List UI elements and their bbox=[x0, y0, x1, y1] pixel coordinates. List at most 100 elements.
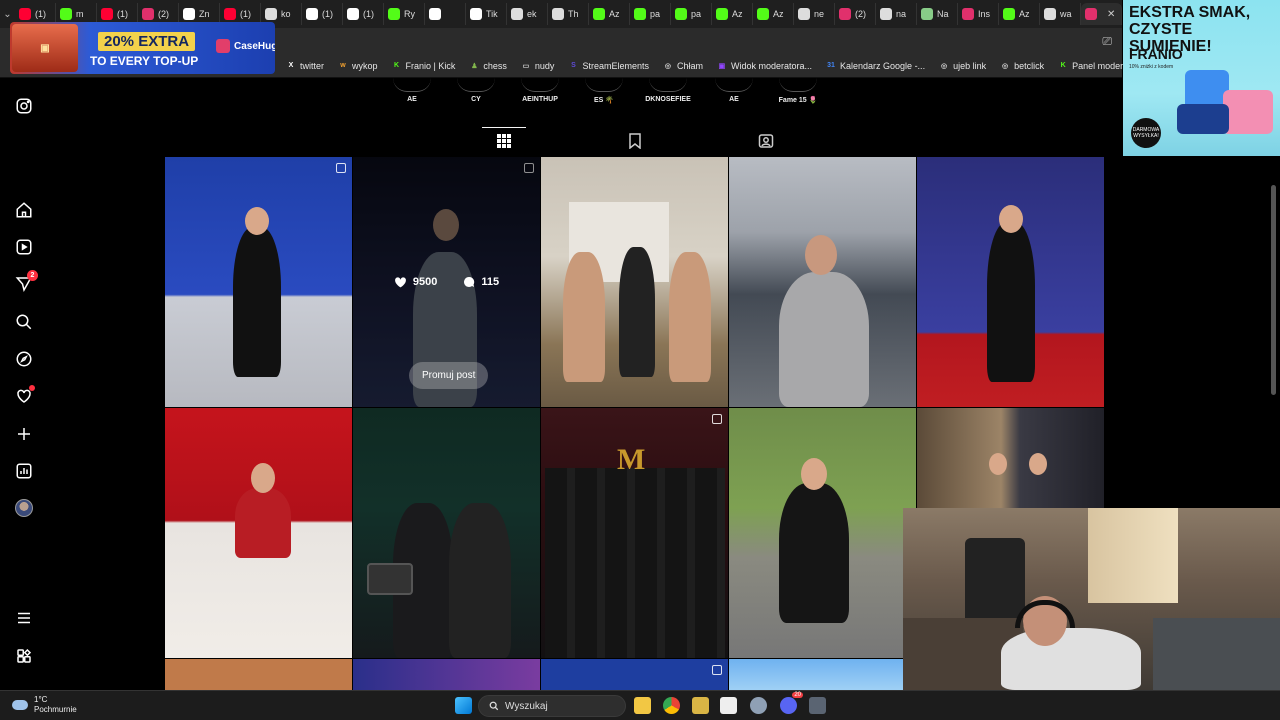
franio-ad-banner[interactable]: EKSTRA SMAK, CZYSTE SUMIENIE! FRANIO 10%… bbox=[1123, 0, 1280, 156]
post-thumbnail[interactable] bbox=[729, 157, 916, 407]
tab-close-icon[interactable]: ✕ bbox=[1107, 9, 1115, 20]
discord-icon[interactable]: 20 bbox=[780, 692, 803, 714]
search-icon[interactable] bbox=[14, 312, 34, 332]
browser-tab[interactable]: Az bbox=[753, 3, 794, 25]
person-head bbox=[801, 458, 827, 490]
story-highlight[interactable]: ES 🌴 bbox=[569, 78, 639, 104]
bookmark-item[interactable]: w wykop bbox=[338, 61, 377, 71]
calculator-icon[interactable] bbox=[809, 697, 826, 714]
cast-icon[interactable]: ⎚ bbox=[1102, 34, 1112, 49]
settings-gear-icon[interactable] bbox=[750, 697, 767, 714]
promote-post-button[interactable]: Promuj post bbox=[409, 362, 489, 389]
bookmark-label: chess bbox=[483, 60, 507, 71]
profile-avatar[interactable] bbox=[14, 498, 34, 518]
post-thumbnail[interactable] bbox=[729, 408, 916, 658]
post-thumbnail[interactable] bbox=[729, 659, 916, 690]
bookmark-item[interactable]: ◎ betclick bbox=[1000, 61, 1044, 71]
more-menu-icon[interactable] bbox=[14, 608, 34, 628]
post-thumbnail[interactable]: M bbox=[541, 408, 728, 658]
messages-icon[interactable]: 2 bbox=[14, 270, 38, 294]
bookmark-label: nudy bbox=[534, 60, 555, 71]
carousel-icon bbox=[336, 163, 346, 173]
story-highlight[interactable]: DKNOSEFIEE bbox=[633, 78, 703, 103]
browser-tab[interactable]: Ins bbox=[958, 3, 999, 25]
tab-tagged-icon[interactable] bbox=[758, 133, 774, 149]
bookmark-item[interactable]: ♟ chess bbox=[469, 61, 507, 71]
tab-saved-bookmark-icon[interactable] bbox=[627, 133, 643, 150]
avatar bbox=[15, 499, 33, 517]
page-scrollbar[interactable] bbox=[1271, 185, 1276, 395]
bookmark-item[interactable]: ◎ Chłam bbox=[663, 61, 703, 71]
also-from-meta-icon[interactable] bbox=[14, 646, 34, 666]
bookmark-favicon-icon: ♟ bbox=[471, 62, 478, 70]
browser-tab[interactable] bbox=[425, 3, 466, 25]
browser-tab[interactable]: Na bbox=[917, 3, 958, 25]
browser-tab[interactable]: (1) bbox=[302, 3, 343, 25]
explore-icon[interactable] bbox=[14, 349, 34, 369]
bookmark-item[interactable]: ◎ ujeb link bbox=[939, 61, 986, 71]
browser-tab[interactable]: ✕ bbox=[1081, 3, 1122, 25]
post-thumbnail[interactable] bbox=[917, 157, 1104, 407]
game-launcher-icon[interactable] bbox=[692, 697, 709, 714]
home-icon[interactable] bbox=[14, 200, 34, 220]
tab-favicon-icon bbox=[839, 8, 851, 20]
taskbar-search[interactable]: Wyszukaj bbox=[478, 695, 626, 717]
post-thumbnail[interactable] bbox=[353, 659, 540, 690]
story-highlight[interactable]: AEINTHUP bbox=[505, 78, 575, 103]
tab-posts-grid-icon[interactable] bbox=[482, 127, 526, 149]
bookmark-item[interactable]: 31 Kalendarz Google -... bbox=[826, 61, 925, 71]
browser-tab[interactable]: wa bbox=[1040, 3, 1081, 25]
browser-tab[interactable]: ek bbox=[507, 3, 548, 25]
browser-tab[interactable]: (1) bbox=[343, 3, 384, 25]
app-icon[interactable] bbox=[720, 697, 737, 714]
post-thumbnail[interactable] bbox=[541, 659, 728, 690]
story-highlight[interactable]: Fame 15 🌷 bbox=[763, 78, 833, 104]
browser-tab[interactable]: Ry bbox=[384, 3, 425, 25]
post-thumbnail[interactable] bbox=[541, 157, 728, 407]
browser-tab[interactable]: Az bbox=[999, 3, 1040, 25]
file-explorer-icon[interactable] bbox=[634, 697, 651, 714]
tab-favicon-icon bbox=[675, 8, 687, 20]
browser-tab[interactable]: pa bbox=[671, 3, 712, 25]
bookmark-label: Widok moderatora... bbox=[730, 60, 813, 71]
browser-tab[interactable]: Az bbox=[589, 3, 630, 25]
browser-tab[interactable]: Th bbox=[548, 3, 589, 25]
reels-icon[interactable] bbox=[14, 237, 34, 257]
streamer-person bbox=[1001, 628, 1141, 690]
post-thumbnail[interactable] bbox=[353, 408, 540, 658]
story-highlight[interactable]: AE bbox=[377, 78, 447, 103]
post-thumbnail[interactable] bbox=[165, 408, 352, 658]
bookmark-item[interactable]: S StreamElements bbox=[568, 61, 649, 71]
bookmark-item[interactable]: K Franio | Kick bbox=[392, 61, 455, 71]
bookmark-item[interactable]: ▣ Widok moderatora... bbox=[717, 61, 812, 71]
post-thumbnail[interactable] bbox=[165, 659, 352, 690]
browser-tab[interactable]: Az bbox=[712, 3, 753, 25]
bookmark-label: Kalendarz Google -... bbox=[840, 60, 926, 71]
notifications-heart-icon[interactable] bbox=[14, 385, 35, 406]
windows-start-icon[interactable] bbox=[455, 697, 472, 714]
highlight-cover bbox=[457, 78, 495, 92]
browser-tab[interactable]: na bbox=[876, 3, 917, 25]
chrome-icon[interactable] bbox=[663, 697, 680, 714]
instagram-logo-icon[interactable] bbox=[14, 96, 34, 116]
bookmark-item[interactable]: ▭ nudy bbox=[521, 61, 555, 71]
browser-tab[interactable]: ne bbox=[794, 3, 835, 25]
casehug-ad-banner[interactable]: ▣ 20% EXTRA TO EVERY TOP-UP CaseHug bbox=[10, 22, 275, 74]
browser-tab[interactable]: pa bbox=[630, 3, 671, 25]
browser-tab[interactable]: (2) bbox=[835, 3, 876, 25]
tab-label: m bbox=[76, 9, 84, 19]
post-thumbnail[interactable] bbox=[165, 157, 352, 407]
camera-device bbox=[367, 563, 413, 595]
highlight-label: CY bbox=[471, 96, 481, 103]
dashboard-icon[interactable] bbox=[14, 461, 34, 481]
bookmark-item[interactable]: Xtwitter bbox=[286, 61, 324, 71]
story-highlight[interactable]: AE bbox=[699, 78, 769, 103]
post-thumbnail-hovered[interactable]: 9500 115 Promuj post bbox=[353, 157, 540, 407]
tab-favicon-icon bbox=[470, 8, 482, 20]
story-highlight[interactable]: CY bbox=[441, 78, 511, 103]
weather-widget[interactable]: 1°C Pochmurnie bbox=[12, 695, 77, 715]
highlight-cover bbox=[521, 78, 559, 92]
browser-tab[interactable]: Tik bbox=[466, 3, 507, 25]
tab-favicon-icon bbox=[716, 8, 728, 20]
create-plus-icon[interactable] bbox=[14, 424, 34, 444]
